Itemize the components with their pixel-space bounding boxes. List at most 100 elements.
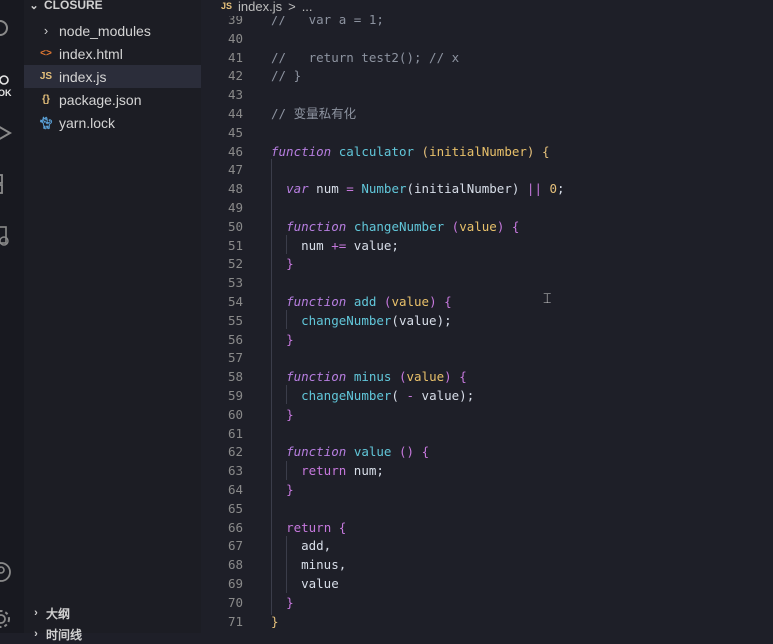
js-file-icon: JS xyxy=(221,1,233,11)
code-line[interactable]: 44 // 变量私有化 xyxy=(201,104,773,123)
line-number: 61 xyxy=(227,425,243,441)
folder-header[interactable]: ⌄ CLOSURE xyxy=(24,0,102,15)
code-line[interactable]: 47 xyxy=(201,160,773,179)
code-text: add, xyxy=(271,538,332,554)
code-line[interactable]: 60 } xyxy=(201,405,773,424)
line-number: 47 xyxy=(227,162,243,178)
code-line[interactable]: 64 } xyxy=(201,480,773,499)
line-number: 65 xyxy=(227,500,243,516)
text-cursor-icon: ⌶ xyxy=(543,290,552,306)
tree-item-index-html[interactable]: <> index.html xyxy=(24,42,201,65)
code-line[interactable]: 57 xyxy=(201,348,773,367)
code-text: value xyxy=(271,576,339,591)
line-number: 60 xyxy=(227,406,243,422)
code-line[interactable]: 53 xyxy=(201,273,773,292)
code-line[interactable]: 69 value xyxy=(201,574,773,593)
timeline-header[interactable]: › 时间线 xyxy=(24,624,82,644)
line-number: 67 xyxy=(227,538,243,554)
code-text: // return test2(); // x xyxy=(271,49,460,65)
code-line[interactable]: 55 changeNumber(value); xyxy=(201,311,773,330)
code-line[interactable]: 62 function value () { xyxy=(201,442,773,461)
code-text: changeNumber( - value); xyxy=(301,388,475,403)
line-number: 45 xyxy=(227,124,243,140)
code-line[interactable]: 71} xyxy=(201,612,773,631)
chevron-right-icon: › xyxy=(34,628,38,640)
code-text: } xyxy=(286,406,294,422)
explorer-sidebar: ⌄ CLOSURE › node_modules <> index.html J… xyxy=(24,0,201,642)
line-number: 50 xyxy=(227,218,243,234)
code-line[interactable]: 48 var num = Number(initialNumber) || 0; xyxy=(201,179,773,198)
remote-explorer-icon[interactable] xyxy=(0,225,12,247)
code-line[interactable]: 63 return num; xyxy=(201,461,773,480)
code-line[interactable]: 66 return { xyxy=(201,518,773,537)
extensions-icon[interactable] xyxy=(0,172,12,194)
json-icon: {} xyxy=(42,94,50,105)
line-number: 40 xyxy=(227,30,243,46)
code-text: return num; xyxy=(301,463,384,479)
js-icon: JS xyxy=(39,71,53,82)
code-line[interactable]: 42 // } xyxy=(201,66,773,85)
code-line[interactable]: 49 xyxy=(201,198,773,217)
line-number: 52 xyxy=(227,256,243,272)
line-number: 57 xyxy=(227,350,243,366)
code-line[interactable]: 68 minus, xyxy=(201,555,773,574)
tree-item-yarn-lock[interactable]: 🐈︎ yarn.lock xyxy=(24,111,201,134)
code-line[interactable]: 56 } xyxy=(201,330,773,349)
code-line[interactable]: 58 function minus (value) { xyxy=(201,367,773,386)
code-line[interactable]: 43 xyxy=(201,85,773,104)
tree-item-package-json[interactable]: {} package.json xyxy=(24,88,201,111)
code-text: return { xyxy=(286,519,347,535)
tree-item-index-js[interactable]: JS index.js xyxy=(24,65,201,88)
code-line[interactable]: 40 xyxy=(201,29,773,48)
settings-gear-icon[interactable] xyxy=(0,608,12,630)
code-text: function calculator (initialNumber) { xyxy=(271,143,550,159)
code-text: function changeNumber (value) { xyxy=(286,218,520,234)
chevron-down-icon: ⌄ xyxy=(29,0,39,12)
tree-item-label: index.js xyxy=(59,68,107,85)
code-line[interactable]: 59 changeNumber( - value); xyxy=(201,386,773,405)
tree-item-label: index.html xyxy=(59,45,123,62)
line-number: 55 xyxy=(227,312,243,328)
accounts-icon[interactable] xyxy=(0,561,12,583)
code-line[interactable]: 52 } xyxy=(201,254,773,273)
code-line[interactable]: 61 xyxy=(201,424,773,443)
code-line[interactable]: 54 function add (value) { xyxy=(201,292,773,311)
breadcrumb-more[interactable]: ... xyxy=(302,0,313,14)
code-area[interactable]: 39// var a = 1; 40 41// return test2(); //… xyxy=(201,0,773,633)
editor[interactable]: 39// var a = 1; 40 41// return test2(); //… xyxy=(201,0,773,633)
code-line[interactable]: 41 // return test2(); // x xyxy=(201,48,773,67)
code-line[interactable]: 67 add, xyxy=(201,536,773,555)
line-number: 41 xyxy=(227,49,243,65)
code-line[interactable]: 51 num += value; xyxy=(201,236,773,255)
search-icon[interactable] xyxy=(0,18,12,40)
code-text: function value () { xyxy=(286,444,430,460)
code-line[interactable]: 65 xyxy=(201,499,773,518)
code-text: num += value; xyxy=(271,237,399,253)
tree-item-label: node_modules xyxy=(59,22,151,39)
line-number: 64 xyxy=(227,482,243,497)
line-number: 58 xyxy=(227,369,243,385)
line-number: 51 xyxy=(227,237,243,253)
line-number: 70 xyxy=(227,594,243,610)
code-line[interactable]: 46 function calculator (initialNumber) { xyxy=(201,142,773,161)
line-number: 62 xyxy=(227,444,243,460)
code-text: } xyxy=(286,256,294,272)
code-text: function add (value) { xyxy=(286,294,452,309)
line-number: 53 xyxy=(227,275,243,291)
code-text: minus, xyxy=(271,557,347,573)
breadcrumb-file[interactable]: index.js xyxy=(238,0,282,14)
breadcrumb[interactable]: JS index.js > ... xyxy=(221,0,313,16)
code-line[interactable]: 70 } xyxy=(201,593,773,612)
tree-item-node-modules[interactable]: › node_modules xyxy=(24,19,201,42)
outline-header[interactable]: › 大纲 xyxy=(24,603,70,623)
line-number: 68 xyxy=(227,557,243,573)
code-line[interactable]: 50 function changeNumber (value) { xyxy=(201,217,773,236)
code-text: } xyxy=(286,331,294,347)
code-line[interactable]: 45 xyxy=(201,123,773,142)
timeline-label: 时间线 xyxy=(46,627,83,642)
tree-item-label: yarn.lock xyxy=(59,114,116,131)
code-text: } xyxy=(286,594,294,610)
run-debug-icon[interactable] xyxy=(0,122,12,144)
line-number: 49 xyxy=(227,200,243,215)
code-text: var num = Number(initialNumber) || 0; xyxy=(286,181,565,197)
